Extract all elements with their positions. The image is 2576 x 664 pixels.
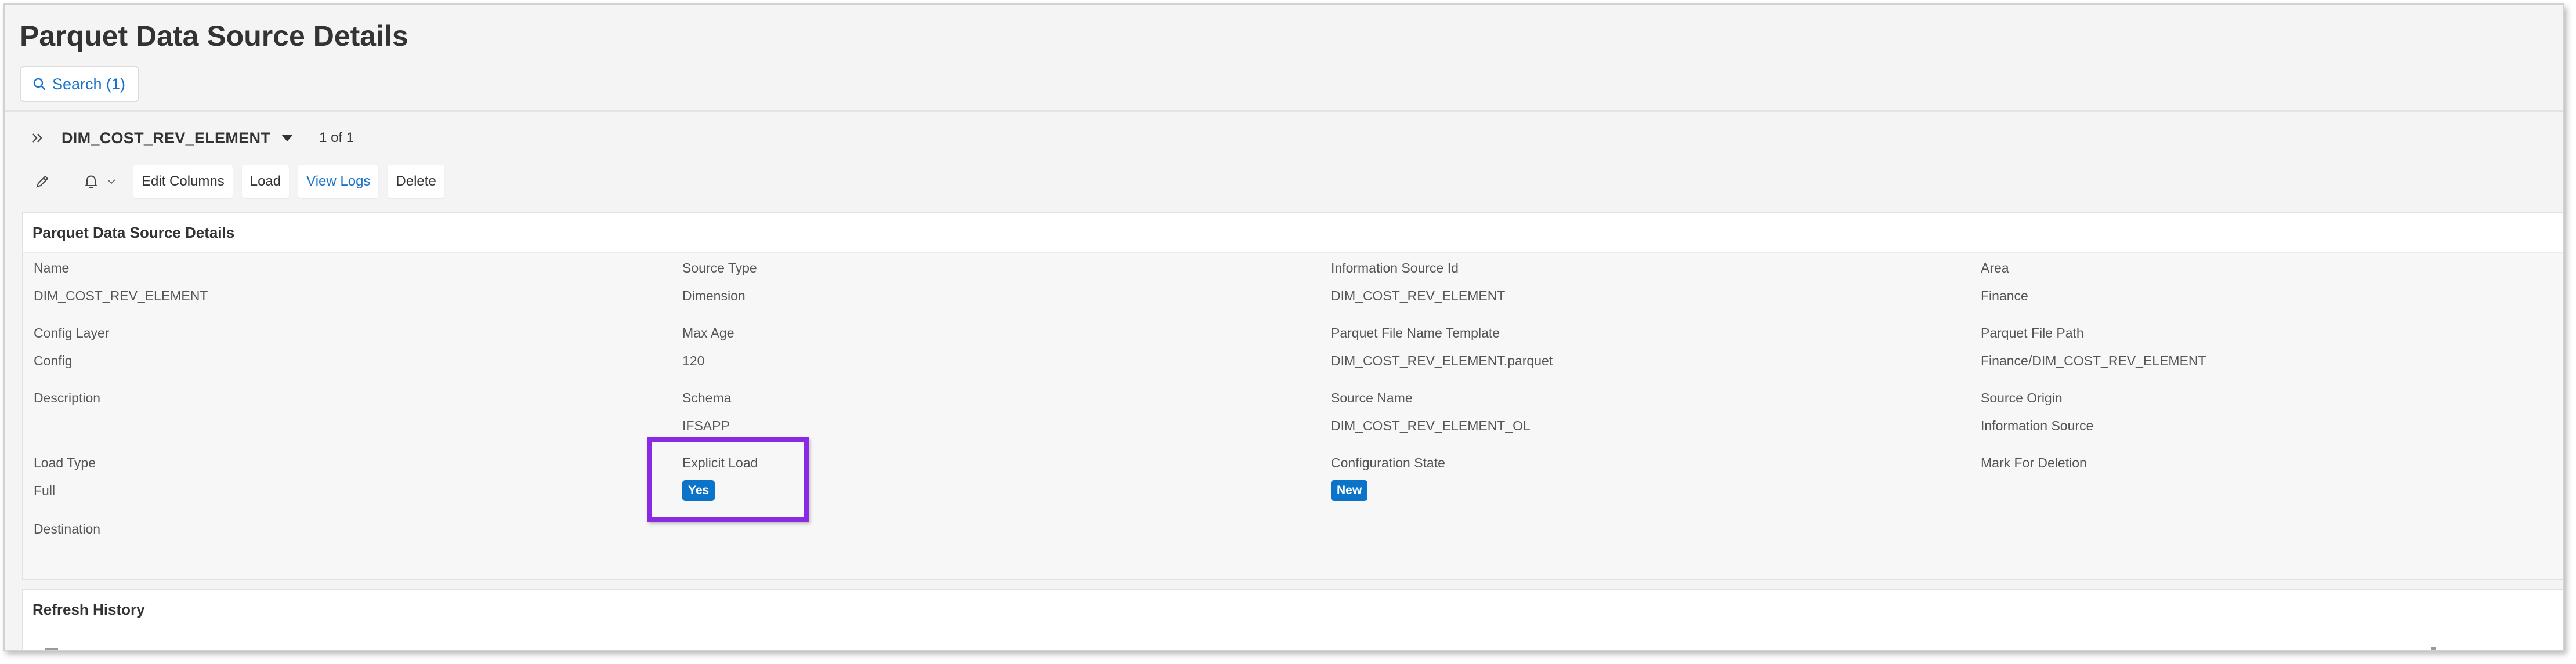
field-label: Parquet File Path	[1981, 325, 2084, 340]
chevron-down-icon	[107, 179, 116, 184]
field-label: Config Layer	[34, 325, 110, 340]
delete-button[interactable]: Delete	[388, 165, 444, 198]
field-value: Config	[34, 353, 73, 368]
edit-columns-button[interactable]: Edit Columns	[133, 165, 233, 198]
field-label: Name	[34, 260, 70, 275]
field-label: Source Name	[1331, 390, 1413, 405]
field-value: DIM_COST_REV_ELEMENT_OL	[1331, 418, 1531, 433]
field-value: Dimension	[682, 288, 746, 303]
field-value: 120	[682, 353, 705, 368]
field-value	[34, 549, 100, 565]
field-value	[1981, 482, 2087, 499]
field-label: Destination	[34, 521, 101, 536]
field-source-origin: Source Origin Information Source	[1981, 390, 2093, 434]
header-divider	[5, 110, 2563, 112]
field-config-layer: Config Layer Config	[34, 325, 109, 369]
field-value: DIM_COST_REV_ELEMENT	[34, 288, 208, 303]
field-schema: Schema IFSAPP	[682, 390, 731, 434]
field-label: Mark For Deletion	[1981, 455, 2087, 470]
field-value: Information Source	[1981, 418, 2094, 433]
app-window: Parquet Data Source Details Search (1) D…	[3, 3, 2564, 651]
field-label: Parquet File Name Template	[1331, 325, 1500, 340]
field-label: Area	[1981, 260, 2009, 275]
search-icon	[32, 77, 46, 91]
field-parquet-file-name-template: Parquet File Name Template DIM_COST_REV_…	[1331, 325, 1553, 369]
field-value: Full	[34, 483, 56, 498]
notifications-menu[interactable]	[84, 173, 116, 190]
caret-down-icon[interactable]	[281, 134, 294, 142]
field-value: DIM_COST_REV_ELEMENT.parquet	[1331, 353, 1553, 368]
field-load-type: Load Type Full	[34, 455, 96, 499]
toolbar: Edit Columns Load View Logs Delete	[35, 164, 454, 199]
search-button-label: Search (1)	[52, 75, 126, 93]
field-source-type: Source Type Dimension	[682, 260, 757, 304]
history-menu-icon[interactable]	[45, 648, 58, 650]
bell-icon	[84, 173, 99, 190]
field-label: Description	[34, 390, 101, 405]
field-label: Explicit Load	[682, 455, 758, 470]
field-label: Information Source Id	[1331, 260, 1459, 275]
field-parquet-file-path: Parquet File Path Finance/DIM_COST_REV_E…	[1981, 325, 2206, 369]
page-title: Parquet Data Source Details	[20, 20, 408, 52]
load-button[interactable]: Load	[241, 165, 290, 198]
field-value: IFSAPP	[682, 418, 730, 433]
field-label: Max Age	[682, 325, 735, 340]
record-navigator: DIM_COST_REV_ELEMENT 1 of 1	[31, 126, 354, 150]
field-label: Source Type	[682, 260, 757, 275]
field-label: Configuration State	[1331, 455, 1445, 470]
field-label: Source Origin	[1981, 390, 2063, 405]
history-settings-icon[interactable]	[2431, 647, 2436, 650]
field-value	[34, 418, 100, 434]
details-section-title: Parquet Data Source Details	[23, 213, 2563, 253]
explicit-load-badge: Yes	[682, 480, 715, 501]
view-logs-button[interactable]: View Logs	[298, 165, 379, 198]
field-area: Area Finance	[1981, 260, 2028, 304]
field-explicit-load: Explicit Load Yes	[682, 455, 758, 501]
field-destination: Destination	[34, 521, 100, 565]
double-chevron-right-icon[interactable]	[31, 132, 44, 144]
record-selector[interactable]: DIM_COST_REV_ELEMENT	[61, 129, 270, 147]
field-max-age: Max Age 120	[682, 325, 735, 369]
field-label: Schema	[682, 390, 732, 405]
field-configuration-state: Configuration State New	[1331, 455, 1445, 501]
configuration-state-badge: New	[1331, 480, 1368, 501]
details-section: Parquet Data Source Details Name DIM_COS…	[22, 212, 2563, 580]
field-label: Load Type	[34, 455, 96, 470]
field-source-name: Source Name DIM_COST_REV_ELEMENT_OL	[1331, 390, 1531, 434]
refresh-history-title: Refresh History	[32, 601, 145, 618]
field-information-source-id: Information Source Id DIM_COST_REV_ELEME…	[1331, 260, 1505, 304]
field-name: Name DIM_COST_REV_ELEMENT	[34, 260, 208, 304]
search-button[interactable]: Search (1)	[20, 66, 140, 102]
record-count: 1 of 1	[319, 130, 354, 146]
refresh-history-section: Refresh History	[22, 589, 2563, 650]
field-description: Description	[34, 390, 100, 434]
field-value: Finance	[1981, 288, 2028, 303]
pencil-icon[interactable]	[35, 174, 50, 189]
field-mark-for-deletion: Mark For Deletion	[1981, 455, 2087, 499]
field-value: Finance/DIM_COST_REV_ELEMENT	[1981, 353, 2206, 368]
field-value: DIM_COST_REV_ELEMENT	[1331, 288, 1506, 303]
